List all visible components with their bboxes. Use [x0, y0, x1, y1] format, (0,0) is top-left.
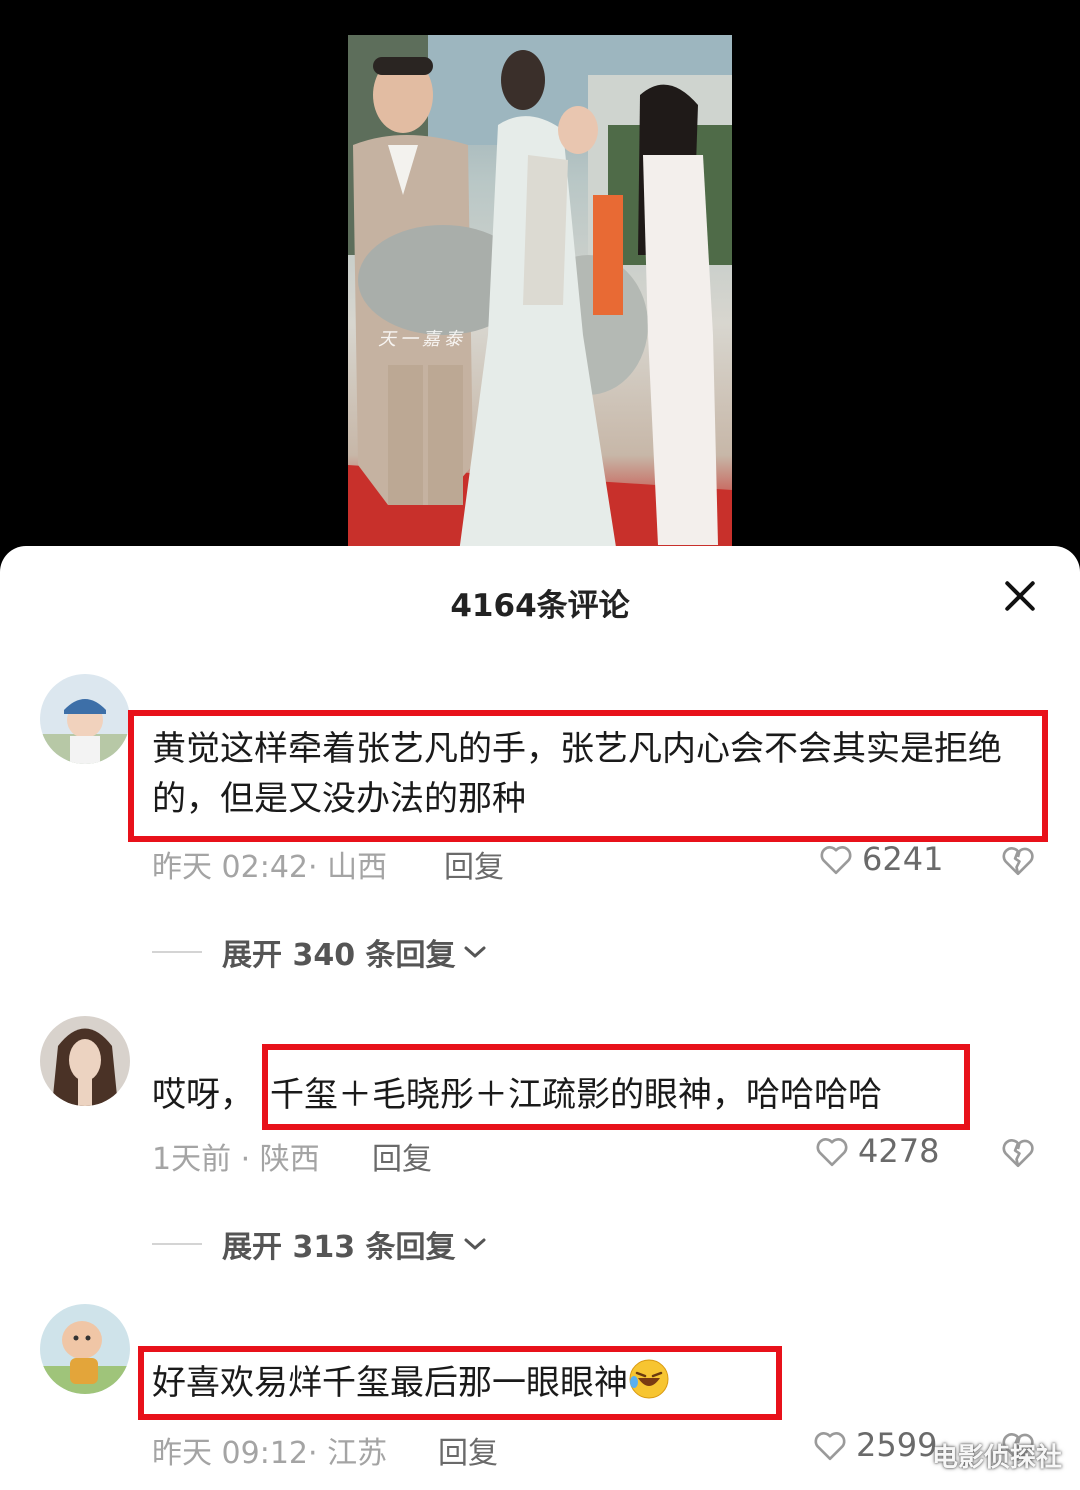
reply-button[interactable]: 回复 [444, 842, 504, 886]
comment-text: 黄觉这样牵着张艺凡的手，张艺凡内心会不会其实是拒绝的，但是又没办法的那种 [152, 729, 1002, 819]
comment-prefix-text: 哎呀， [152, 1075, 254, 1115]
like-count: 259 [856, 1426, 918, 1464]
avatar[interactable] [40, 1304, 130, 1394]
comment-text: 千玺＋毛晓彤＋江疏影的眼神，哈哈哈哈 [270, 1075, 882, 1115]
close-icon[interactable] [1000, 576, 1040, 616]
heart-icon [820, 846, 852, 875]
comment-meta: 昨天 02:42· 山西 [152, 850, 388, 885]
divider-line [152, 951, 202, 953]
watermark: 电影侦探社 [931, 1443, 1062, 1473]
avatar[interactable] [40, 1016, 130, 1106]
reply-button[interactable]: 回复 [372, 1134, 432, 1178]
like-button[interactable]: 259 9 [812, 1426, 937, 1464]
rolling-laughing-emoji-icon [629, 1359, 669, 1399]
chevron-down-icon [464, 1238, 486, 1250]
comment-count-title: 4164条评论 [450, 588, 630, 624]
comment-text: 好喜欢易烊千玺最后那一眼眼神 [152, 1363, 628, 1403]
comment-meta: 1天前 · 陕西 [152, 1142, 320, 1177]
video-overlay-text: 天一嘉泰 [378, 329, 466, 350]
heart-icon [816, 1138, 848, 1167]
like-count: 6241 [862, 840, 944, 878]
video-frame[interactable]: 天一嘉泰 [348, 35, 732, 560]
dislike-button[interactable] [1000, 844, 1036, 876]
like-count: 4278 [858, 1132, 940, 1170]
broken-heart-icon [1002, 1139, 1034, 1168]
like-button[interactable]: 6241 [818, 840, 943, 878]
comment-meta: 昨天 09:12· 江苏 [152, 1436, 388, 1471]
divider-line [152, 1243, 202, 1245]
video-scene-image [348, 35, 732, 560]
comment-sheet: 4164条评论 黄觉这样牵着张艺凡的手，张艺凡内心会不会其实是拒绝的，但是又没办… [0, 546, 1080, 1490]
avatar[interactable] [40, 674, 130, 764]
expand-replies-button[interactable]: 展开 340 条回复 [152, 930, 488, 974]
broken-heart-icon [1002, 847, 1034, 876]
expand-replies-label: 展开 313 条回复 [222, 1230, 456, 1265]
video-player[interactable]: 天一嘉泰 [0, 0, 1080, 560]
reply-button[interactable]: 回复 [438, 1428, 498, 1472]
like-button[interactable]: 4278 [814, 1132, 939, 1170]
heart-icon [814, 1432, 846, 1461]
expand-replies-button[interactable]: 展开 313 条回复 [152, 1222, 488, 1266]
chevron-down-icon [464, 946, 486, 958]
expand-replies-label: 展开 340 条回复 [222, 938, 456, 973]
comment-text-row: 好喜欢易烊千玺最后那一眼眼神 [152, 1358, 670, 1408]
dislike-button[interactable] [1000, 1136, 1036, 1168]
